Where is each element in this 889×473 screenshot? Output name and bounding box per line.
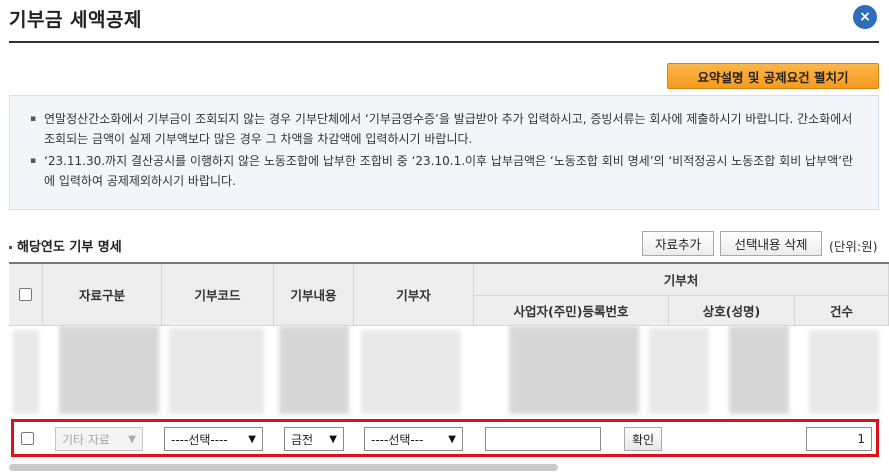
header-donation-code: 기부코드 <box>162 264 274 326</box>
horizontal-scrollbar[interactable] <box>9 464 558 471</box>
header-recipient: 기부처 <box>474 264 889 296</box>
dialog-title: 기부금 세액공제 <box>9 9 142 31</box>
delete-selected-button[interactable]: 선택내용 삭제 <box>720 231 822 256</box>
add-data-button[interactable]: 자료추가 <box>642 231 714 256</box>
unit-label: (단위:원) <box>829 239 878 254</box>
select-all-cell <box>9 264 43 326</box>
section-title: 해당연도 기부 명세 <box>9 236 122 255</box>
header-count: 건수 <box>795 296 889 326</box>
notice-item: 연말정산간소화에서 기부금이 조회되지 않는 경우 기부단체에서 ‘기부금영수증… <box>30 109 864 149</box>
select-all-checkbox[interactable] <box>19 288 32 301</box>
summary-expand-button[interactable]: 요약설명 및 공제요건 펼치기 <box>667 63 879 89</box>
header-donor: 기부자 <box>354 264 474 326</box>
section-title-text: 해당연도 기부 명세 <box>17 240 122 255</box>
header-data-type: 자료구분 <box>43 264 162 326</box>
notice-box: 연말정산간소화에서 기부금이 조회되지 않는 경우 기부단체에서 ‘기부금영수증… <box>9 95 879 210</box>
header-donation-content: 기부내용 <box>274 264 354 326</box>
notice-item: ‘23.11.30.까지 결산공시를 이행하지 않은 노동조합에 납부한 조합비… <box>30 151 864 191</box>
close-icon[interactable]: × <box>853 5 877 29</box>
highlight-box <box>11 419 879 457</box>
redacted-rows <box>9 326 889 416</box>
bullet-icon <box>9 246 12 249</box>
header-business-name: 상호(성명) <box>669 296 795 326</box>
title-divider <box>9 41 879 43</box>
header-business-number: 사업자(주민)등록번호 <box>474 296 669 326</box>
